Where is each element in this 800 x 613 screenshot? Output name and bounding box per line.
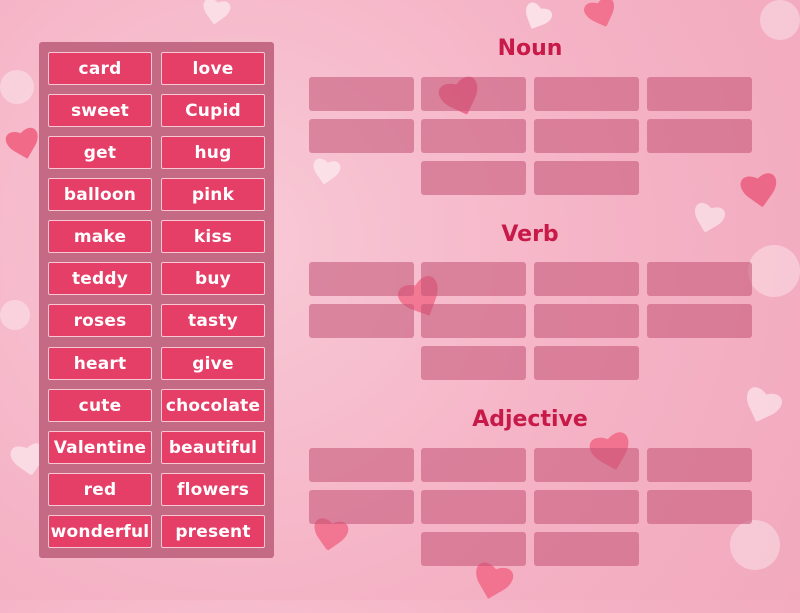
drop-slot[interactable] [309,304,414,338]
drop-slot[interactable] [647,448,752,482]
drop-slot[interactable] [421,262,526,296]
word-tile[interactable]: get [48,136,152,169]
word-tile[interactable]: roses [48,304,152,337]
category-title: Verb [501,222,559,247]
drop-slot[interactable] [421,346,526,380]
drop-slot[interactable] [647,304,752,338]
heart-icon [465,560,516,611]
heart-icon [198,0,233,32]
word-tile[interactable]: present [161,515,265,548]
drop-slot[interactable] [309,490,414,524]
word-tile[interactable]: wonderful [48,515,152,548]
word-tile[interactable]: make [48,220,152,253]
drop-slot[interactable] [309,119,414,153]
drop-slot[interactable] [647,77,752,111]
drop-slot[interactable] [421,161,526,195]
drop-slot[interactable] [534,119,639,153]
word-tile[interactable]: sweet [48,94,152,127]
word-tile[interactable]: cute [48,389,152,422]
drop-slot[interactable] [421,77,526,111]
bubble-icon [760,0,800,40]
word-tile[interactable]: balloon [48,178,152,211]
heart-icon [515,0,555,40]
drop-slot[interactable] [534,346,639,380]
word-tile[interactable]: red [48,473,152,506]
word-tile[interactable]: Valentine [48,431,152,464]
heart-icon [737,172,783,218]
drop-slot[interactable] [534,77,639,111]
category-title: Noun [497,36,563,61]
drop-slot[interactable] [309,448,414,482]
drop-slot[interactable] [534,161,639,195]
word-tile[interactable]: Cupid [161,94,265,127]
word-tile[interactable]: heart [48,347,152,380]
bubble-icon [730,520,780,570]
heart-icon [308,158,343,193]
word-tile[interactable]: love [161,52,265,85]
word-tile[interactable]: chocolate [161,389,265,422]
word-tile[interactable]: teddy [48,262,152,295]
drop-slot[interactable] [534,262,639,296]
drop-slot[interactable] [421,490,526,524]
drop-slot[interactable] [534,490,639,524]
word-tile[interactable]: tasty [161,304,265,337]
bubble-icon [748,245,800,297]
word-bank: card love sweet Cupid get hug balloon pink make k… [39,42,274,558]
word-tile[interactable]: buy [161,262,265,295]
drop-slot[interactable] [421,448,526,482]
drop-slot[interactable] [534,304,639,338]
bubble-icon [0,70,34,104]
drop-slot[interactable] [647,119,752,153]
drop-slot[interactable] [421,304,526,338]
drop-slot[interactable] [421,119,526,153]
word-tile[interactable]: give [161,347,265,380]
word-tile[interactable]: beautiful [161,431,265,464]
word-tile[interactable]: hug [161,136,265,169]
bubble-icon [0,300,30,330]
word-tile[interactable]: card [48,52,152,85]
word-tile[interactable]: kiss [161,220,265,253]
drop-slot[interactable] [534,532,639,566]
drop-slot[interactable] [309,262,414,296]
drop-slot[interactable] [534,448,639,482]
category-title: Adjective [472,407,588,432]
drop-slot[interactable] [647,490,752,524]
drop-slot[interactable] [421,532,526,566]
drop-slot[interactable] [647,262,752,296]
drop-slot[interactable] [309,77,414,111]
word-tile[interactable]: pink [161,178,265,211]
heart-icon [580,0,624,39]
word-tile[interactable]: flowers [161,473,265,506]
